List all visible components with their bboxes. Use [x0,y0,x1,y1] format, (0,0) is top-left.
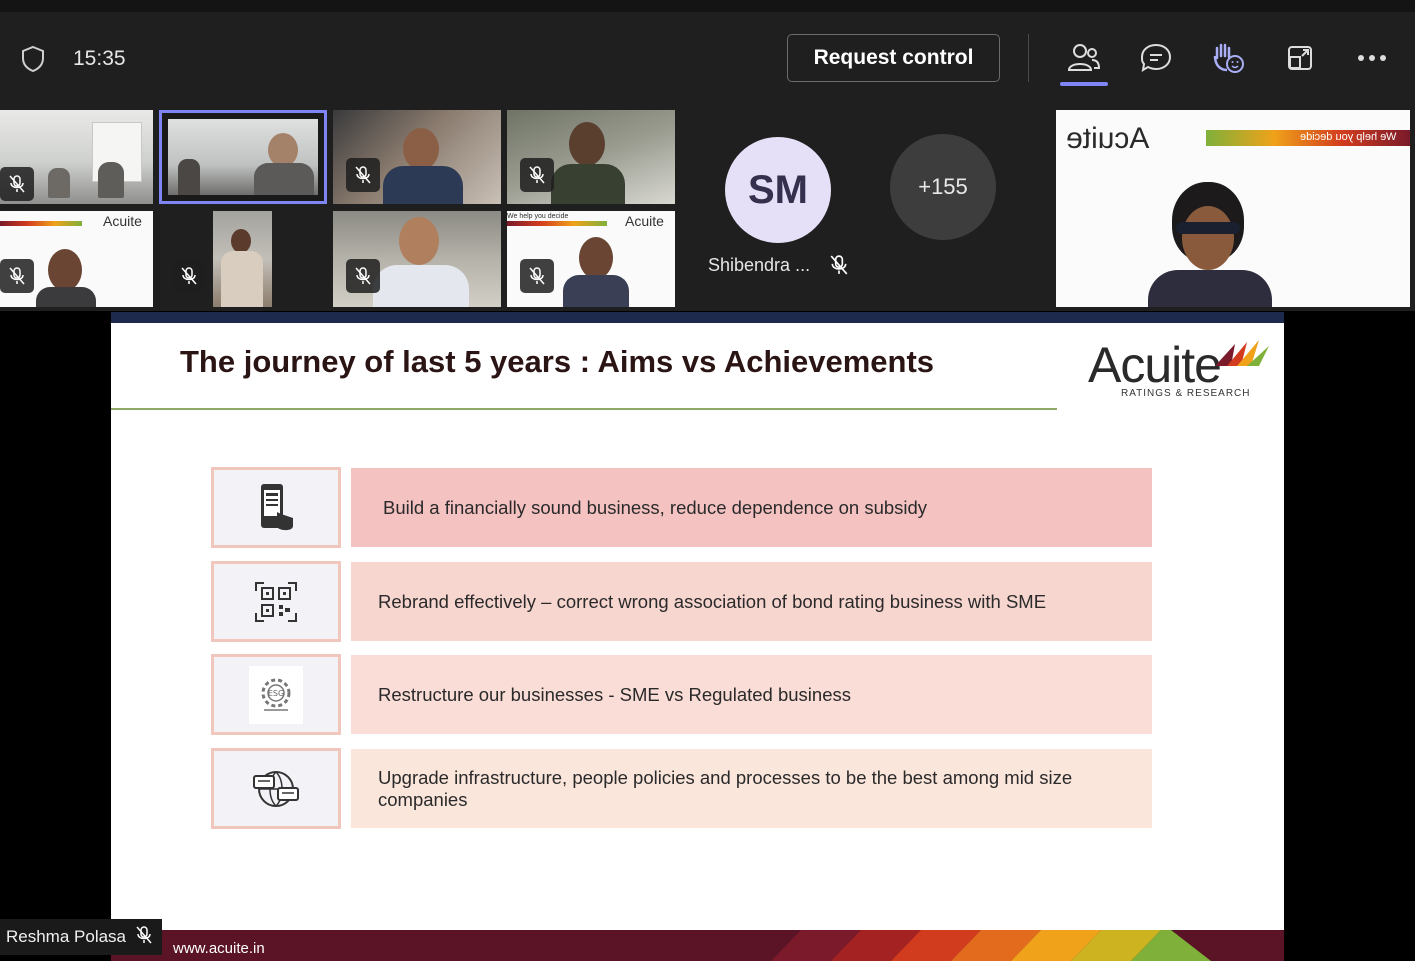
video-tile[interactable] [159,211,327,307]
footer-url: www.acuite.in [173,940,265,957]
aim-row-4: Upgrade infrastructure, people policies … [351,749,1152,828]
video-tile[interactable]: We help you decide Acuite [507,211,675,307]
share-tray-icon[interactable] [1282,40,1318,76]
raise-hand-icon[interactable] [1210,40,1246,76]
qr-code-icon [211,561,341,642]
tagline-text: We help you decide [507,213,569,220]
muted-mic-icon [0,167,34,201]
video-tile[interactable] [0,110,153,204]
mobile-touch-icon [211,467,341,548]
slide-title: The journey of last 5 years : Aims vs Ac… [180,344,935,379]
muted-mic-icon [136,925,152,949]
footer-stripes [771,930,1211,961]
speaker-name-label: Reshma Polasa [0,919,162,955]
presenter-video-tile[interactable]: Acuite We help you decide [1056,110,1410,307]
muted-mic-icon [346,158,380,192]
muted-mic-icon [830,255,848,280]
muted-mic-icon [0,259,34,293]
more-icon[interactable] [1354,40,1390,76]
video-tile[interactable] [507,110,675,204]
acuite-logo-text: Acuite [103,213,142,229]
chat-globe-icon [211,748,341,829]
meeting-timer: 15:35 [73,47,126,70]
svg-text:ESG: ESG [268,689,284,698]
aim-row-1: Build a financially sound business, redu… [351,468,1152,547]
participant-name: Shibendra ... [708,255,811,275]
participant-avatar[interactable]: SM [725,137,831,243]
muted-mic-icon [346,259,380,293]
aim-text: Rebrand effectively – correct wrong asso… [378,590,1047,612]
aim-row-2: Rebrand effectively – correct wrong asso… [351,562,1152,641]
window-strip [0,0,1415,12]
toolbar-divider [1028,34,1029,82]
speaker-name: Reshma Polasa [6,927,127,946]
muted-mic-icon [520,158,554,192]
muted-mic-icon [172,259,206,293]
active-tab-indicator [1060,82,1108,86]
title-divider [111,408,1057,410]
video-tile[interactable] [333,211,501,307]
aim-text: Restructure our businesses - SME vs Regu… [378,683,851,705]
aim-text: Build a financially sound business, redu… [383,496,928,518]
overflow-participants-button[interactable]: +155 [890,134,996,240]
video-tile[interactable]: Acuite [0,211,153,307]
muted-mic-icon [520,259,554,293]
acuite-logo-text: Acuite [625,213,664,229]
acuite-logo-text: Acuite [1066,122,1150,155]
people-icon[interactable] [1066,40,1102,76]
slide-footer: www.acuite.in [111,930,1284,961]
aim-text: Upgrade infrastructure, people policies … [378,766,1073,810]
chat-icon[interactable] [1138,40,1174,76]
esg-gear-icon: ESG [211,654,341,735]
meeting-toolbar: 15:35 Request control [0,0,1415,103]
acuite-logo: Acuite RATINGS & RESEARCH [1088,336,1273,400]
tagline-text: We help you decide [1300,131,1397,143]
aim-row-3: Restructure our businesses - SME vs Regu… [351,655,1152,734]
active-speaker-tile[interactable] [159,110,327,204]
shield-icon[interactable] [20,45,46,73]
logo-flame-icon [1215,340,1269,366]
video-tile[interactable] [333,110,501,204]
shared-slide: The journey of last 5 years : Aims vs Ac… [111,312,1284,961]
request-control-button[interactable]: Request control [787,34,1000,82]
presenter-menubar [111,312,1284,323]
